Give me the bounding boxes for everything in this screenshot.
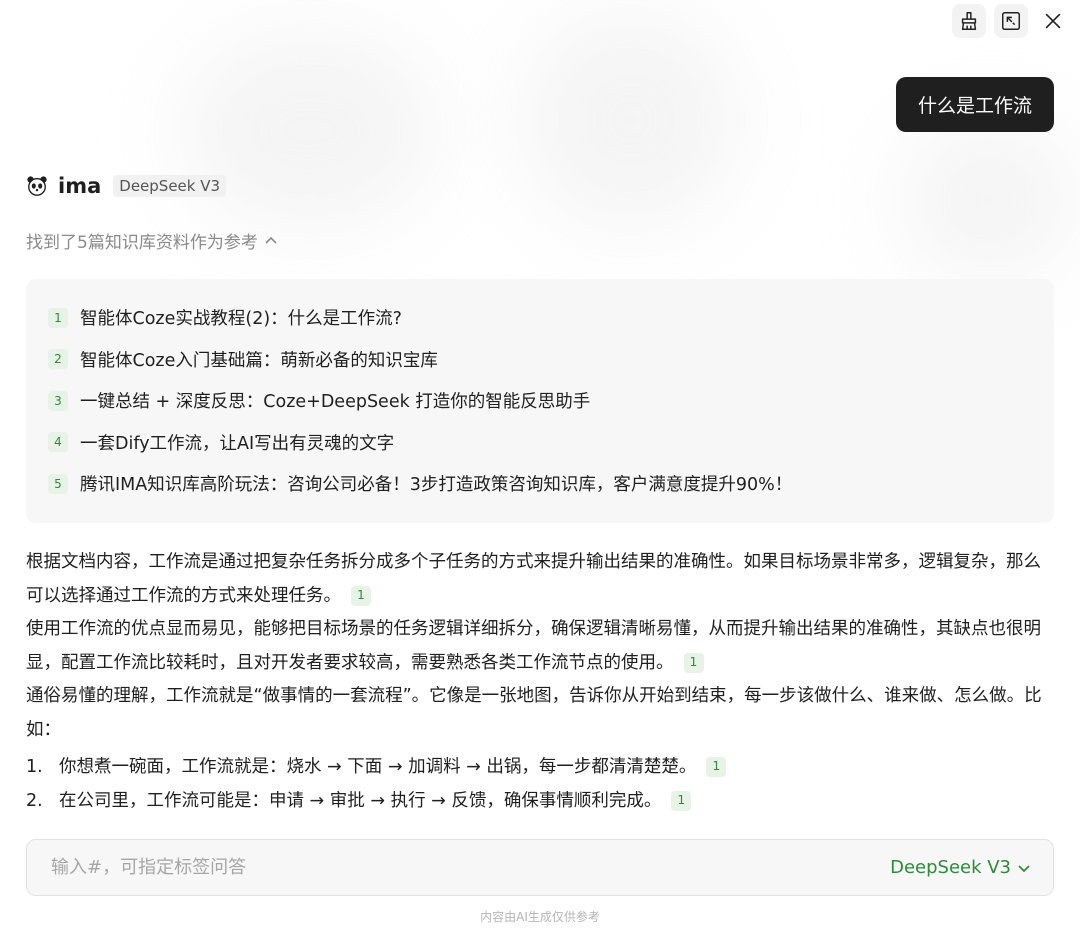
reference-item[interactable]: 2 智能体Coze入门基础篇：萌新必备的知识宝库 — [48, 339, 1054, 381]
reference-number: 3 — [48, 390, 68, 411]
shrink-button[interactable] — [994, 4, 1028, 38]
list-item: 2. 在公司里，工作流可能是：申请 → 审批 → 执行 → 反馈，确保事情顺利完… — [26, 785, 1056, 819]
close-icon — [1045, 13, 1061, 29]
reference-title: 腾讯IMA知识库高阶玩法：咨询公司必备！3步打造政策咨询知识库，客户满意度提升9… — [80, 475, 793, 496]
references-toggle-label: 找到了5篇知识库资料作为参考 — [26, 233, 258, 253]
background-blob — [180, 30, 440, 230]
reference-title: 一套Dify工作流，让AI写出有灵魂的文字 — [80, 433, 395, 454]
clean-button[interactable] — [952, 4, 986, 38]
model-selector-label: DeepSeek V3 — [890, 857, 1011, 878]
answer-paragraph: 通俗易懂的理解，工作流就是“做事情的一套流程”。它像是一张地图，告诉你从开始到结… — [26, 680, 1056, 747]
references-list: 1 智能体Coze实战教程(2)：什么是工作流? 2 智能体Coze入门基础篇：… — [26, 279, 1054, 523]
answer-list: 1. 你想煮一碗面，工作流就是：烧水 → 下面 → 加调料 → 出锅，每一步都清… — [26, 751, 1056, 818]
background-blob — [900, 120, 1080, 280]
ai-disclaimer: 内容由AI生成仅供参考 — [480, 910, 600, 924]
chevron-up-icon — [265, 236, 277, 244]
panda-avatar-icon — [27, 176, 47, 196]
reference-item[interactable]: 5 腾讯IMA知识库高阶玩法：咨询公司必备！3步打造政策咨询知识库，客户满意度提… — [48, 463, 1054, 505]
answer-paragraph: 根据文档内容，工作流是通过把复杂任务拆分成多个子任务的方式来提升输出结果的准确性… — [26, 546, 1056, 613]
chat-input[interactable] — [49, 856, 753, 879]
reference-item[interactable]: 4 一套Dify工作流，让AI写出有灵魂的文字 — [48, 422, 1054, 464]
list-item: 1. 你想煮一碗面，工作流就是：烧水 → 下面 → 加调料 → 出锅，每一步都清… — [26, 751, 1056, 785]
reference-title: 一键总结 + 深度反思：Coze+DeepSeek 打造你的智能反思助手 — [80, 392, 591, 413]
reference-item[interactable]: 3 一键总结 + 深度反思：Coze+DeepSeek 打造你的智能反思助手 — [48, 380, 1054, 422]
shrink-icon — [1002, 12, 1020, 30]
citation-badge[interactable]: 1 — [706, 757, 727, 777]
citation-badge[interactable]: 1 — [683, 652, 704, 673]
bot-header: ima DeepSeek V3 — [26, 174, 227, 198]
model-selector[interactable]: DeepSeek V3 — [890, 857, 1031, 878]
chat-input-bar: DeepSeek V3 — [26, 839, 1054, 896]
citation-badge[interactable]: 1 — [351, 585, 371, 606]
reference-number: 5 — [48, 473, 68, 494]
broom-icon — [961, 12, 977, 30]
reference-title: 智能体Coze入门基础篇：萌新必备的知识宝库 — [80, 350, 438, 371]
answer-text: 根据文档内容，工作流是通过把复杂任务拆分成多个子任务的方式来提升输出结果的准确性… — [26, 546, 1056, 820]
chevron-down-icon — [1018, 864, 1030, 872]
model-tag: DeepSeek V3 — [113, 175, 227, 197]
answer-paragraph-text: 根据文档内容，工作流是通过把复杂任务拆分成多个子任务的方式来提升输出结果的准确性… — [26, 552, 1041, 606]
reference-number: 4 — [48, 432, 68, 453]
reference-item[interactable]: 1 智能体Coze实战教程(2)：什么是工作流? — [48, 297, 1054, 339]
references-toggle[interactable]: 找到了5篇知识库资料作为参考 — [26, 228, 278, 253]
reference-number: 1 — [48, 307, 68, 328]
window-toolbar — [952, 4, 1070, 38]
close-button[interactable] — [1036, 4, 1070, 38]
list-item-number: 1. — [26, 757, 43, 777]
bot-name: ima — [58, 174, 102, 198]
reference-title: 智能体Coze实战教程(2)：什么是工作流? — [80, 309, 402, 330]
background-blob — [520, 10, 740, 230]
user-message-bubble: 什么是工作流 — [895, 77, 1054, 132]
answer-paragraph-text: 通俗易懂的理解，工作流就是“做事情的一套流程”。它像是一张地图，告诉你从开始到结… — [26, 686, 1042, 740]
citation-badge[interactable]: 1 — [671, 790, 692, 811]
answer-paragraph-text: 使用工作流的优点显而易见，能够把目标场景的任务逻辑详细拆分，确保逻辑清晰易懂，从… — [26, 619, 1041, 673]
answer-paragraph: 使用工作流的优点显而易见，能够把目标场景的任务逻辑详细拆分，确保逻辑清晰易懂，从… — [26, 613, 1056, 680]
list-item-text: 在公司里，工作流可能是：申请 → 审批 → 执行 → 反馈，确保事情顺利完成。 — [59, 790, 662, 811]
reference-number: 2 — [48, 349, 68, 370]
list-item-text: 你想煮一碗面，工作流就是：烧水 → 下面 → 加调料 → 出锅，每一步都清清楚楚… — [59, 757, 697, 777]
list-item-number: 2. — [26, 790, 43, 811]
